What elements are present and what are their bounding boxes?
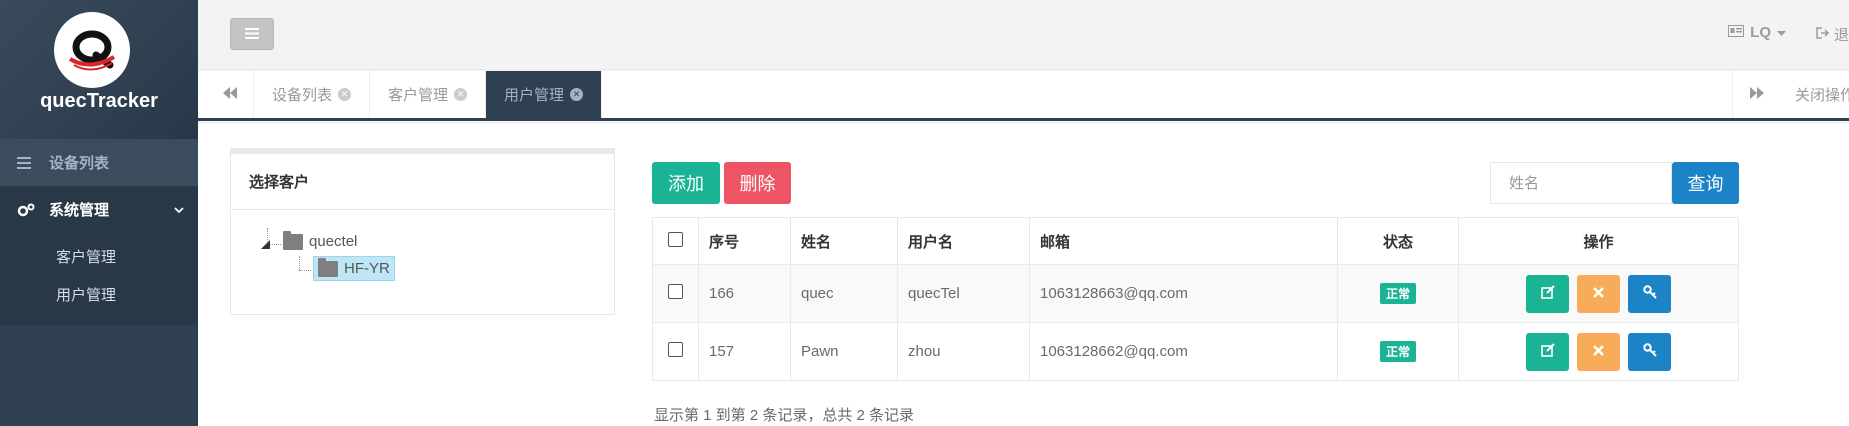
list-icon xyxy=(17,156,39,169)
cell-name: Pawn xyxy=(790,322,898,381)
edit-button[interactable] xyxy=(1526,332,1569,371)
edit-icon xyxy=(1540,284,1555,303)
panel-title: 选择客户 xyxy=(231,154,614,210)
cell-actions xyxy=(1458,322,1739,381)
reset-password-button[interactable] xyxy=(1628,274,1671,313)
logout-link[interactable]: 退 xyxy=(1816,24,1849,45)
status-badge: 正常 xyxy=(1379,341,1416,362)
cell-email: 1063128663@qq.com xyxy=(1029,264,1338,323)
caret-down-icon xyxy=(1777,24,1786,41)
cell-email: 1063128662@qq.com xyxy=(1029,322,1338,381)
row-checkbox[interactable] xyxy=(668,342,683,357)
main-content: 选择客户 quectel HF-YR 添加 删除 查询 序号 xyxy=(198,124,1849,426)
tabs: 设备列表 ✕ 客户管理 ✕ 用户管理 ✕ xyxy=(254,71,603,118)
topbar: LQ 退 xyxy=(198,0,1849,70)
sidebar-item-label: 设备列表 xyxy=(49,155,110,172)
hamburger-icon xyxy=(245,26,259,43)
table-header-row: 序号 姓名 用户名 邮箱 状态 操作 xyxy=(652,217,1739,265)
status-badge: 正常 xyxy=(1379,283,1416,304)
sidebar-subitem-customer-management[interactable]: 客户管理 xyxy=(0,237,198,275)
forward-icon xyxy=(1749,86,1764,103)
sidebar-subitem-user-management[interactable]: 用户管理 xyxy=(0,275,198,313)
col-header-username[interactable]: 用户名 xyxy=(897,217,1030,265)
col-header-id[interactable]: 序号 xyxy=(698,217,791,265)
pagination-info: 显示第 1 到第 2 条记录，总共 2 条记录 xyxy=(654,407,915,424)
remove-button[interactable] xyxy=(1577,332,1620,371)
edit-icon xyxy=(1540,342,1555,361)
sign-out-icon xyxy=(1816,26,1830,43)
tab-label: 用户管理 xyxy=(504,87,565,104)
reset-password-button[interactable] xyxy=(1628,332,1671,371)
folder-icon xyxy=(318,257,338,277)
sidebar-item-system-management[interactable]: 系统管理 xyxy=(0,186,198,233)
cell-username: zhou xyxy=(897,322,1030,381)
tree-node-hf-yr[interactable]: HF-YR xyxy=(313,256,395,281)
close-icon xyxy=(1593,343,1604,360)
user-menu[interactable]: LQ xyxy=(1728,24,1786,41)
tree-node-label: HF-YR xyxy=(344,260,390,277)
cell-actions xyxy=(1458,264,1739,323)
tab-device-list[interactable]: 设备列表 ✕ xyxy=(254,71,371,118)
close-operations-button[interactable]: 关闭操作 xyxy=(1795,71,1849,118)
tab-user-management[interactable]: 用户管理 ✕ xyxy=(486,71,603,118)
brand-name: quecTracker xyxy=(40,90,158,112)
row-checkbox[interactable] xyxy=(668,284,683,299)
remove-button[interactable] xyxy=(1577,274,1620,313)
add-button[interactable]: 添加 xyxy=(652,162,720,204)
cell-status: 正常 xyxy=(1337,322,1459,381)
tab-label: 设备列表 xyxy=(272,87,333,104)
select-all-checkbox[interactable] xyxy=(668,231,683,247)
close-tab-icon[interactable]: ✕ xyxy=(338,88,352,101)
tab-bar: 设备列表 ✕ 客户管理 ✕ 用户管理 ✕ 关闭操作 xyxy=(198,71,1849,121)
cell-id: 166 xyxy=(698,264,791,323)
tab-scroll-left-button[interactable] xyxy=(206,71,254,118)
close-tab-icon[interactable]: ✕ xyxy=(454,88,468,101)
cell-username: quecTel xyxy=(897,264,1030,323)
tab-customer-management[interactable]: 客户管理 ✕ xyxy=(370,71,487,118)
col-header-actions: 操作 xyxy=(1458,217,1739,265)
tree-expand-icon[interactable] xyxy=(261,236,270,253)
sidebar-profile: quecTracker xyxy=(0,0,198,139)
brand-logo xyxy=(54,12,130,88)
menu-toggle-button[interactable] xyxy=(230,18,274,50)
col-header-name[interactable]: 姓名 xyxy=(790,217,898,265)
query-button[interactable]: 查询 xyxy=(1672,162,1739,204)
edit-button[interactable] xyxy=(1526,274,1569,313)
id-card-icon xyxy=(1728,24,1745,41)
backward-icon xyxy=(222,86,237,103)
select-all-cell xyxy=(652,217,699,265)
table-row: 157 Pawn zhou 1063128662@qq.com 正常 xyxy=(652,322,1739,381)
chevron-down-icon xyxy=(174,201,184,218)
sidebar: quecTracker 设备列表 系统管理 客户管理 用户管理 xyxy=(0,0,198,426)
key-icon xyxy=(1642,284,1657,303)
sidebar-submenu: 客户管理 用户管理 xyxy=(0,233,198,325)
cell-id: 157 xyxy=(698,322,791,381)
col-header-email[interactable]: 邮箱 xyxy=(1029,217,1338,265)
tree-node-quectel[interactable]: quectel xyxy=(283,230,358,250)
user-table: 序号 姓名 用户名 邮箱 状态 操作 166 quec quecTel 1063… xyxy=(652,217,1739,381)
key-icon xyxy=(1642,342,1657,361)
sidebar-item-device-list[interactable]: 设备列表 xyxy=(0,139,198,186)
close-tab-icon[interactable]: ✕ xyxy=(570,88,584,101)
tree-node-label: quectel xyxy=(309,233,358,250)
row-select-cell xyxy=(652,322,699,381)
delete-button[interactable]: 删除 xyxy=(724,162,791,204)
user-name: LQ xyxy=(1750,24,1771,41)
folder-icon xyxy=(283,230,303,250)
logout-label: 退 xyxy=(1833,27,1849,44)
gears-icon xyxy=(17,203,39,217)
table-row: 166 quec quecTel 1063128663@qq.com 正常 xyxy=(652,264,1739,323)
customer-tree-panel: 选择客户 quectel HF-YR xyxy=(230,148,615,315)
tab-label: 客户管理 xyxy=(388,87,449,104)
close-icon xyxy=(1593,285,1604,302)
col-header-status[interactable]: 状态 xyxy=(1337,217,1459,265)
name-search-input[interactable] xyxy=(1490,162,1672,204)
sidebar-item-label: 系统管理 xyxy=(49,202,110,219)
cell-status: 正常 xyxy=(1337,264,1459,323)
cell-name: quec xyxy=(790,264,898,323)
tab-scroll-right-button[interactable] xyxy=(1732,71,1780,118)
row-select-cell xyxy=(652,264,699,323)
